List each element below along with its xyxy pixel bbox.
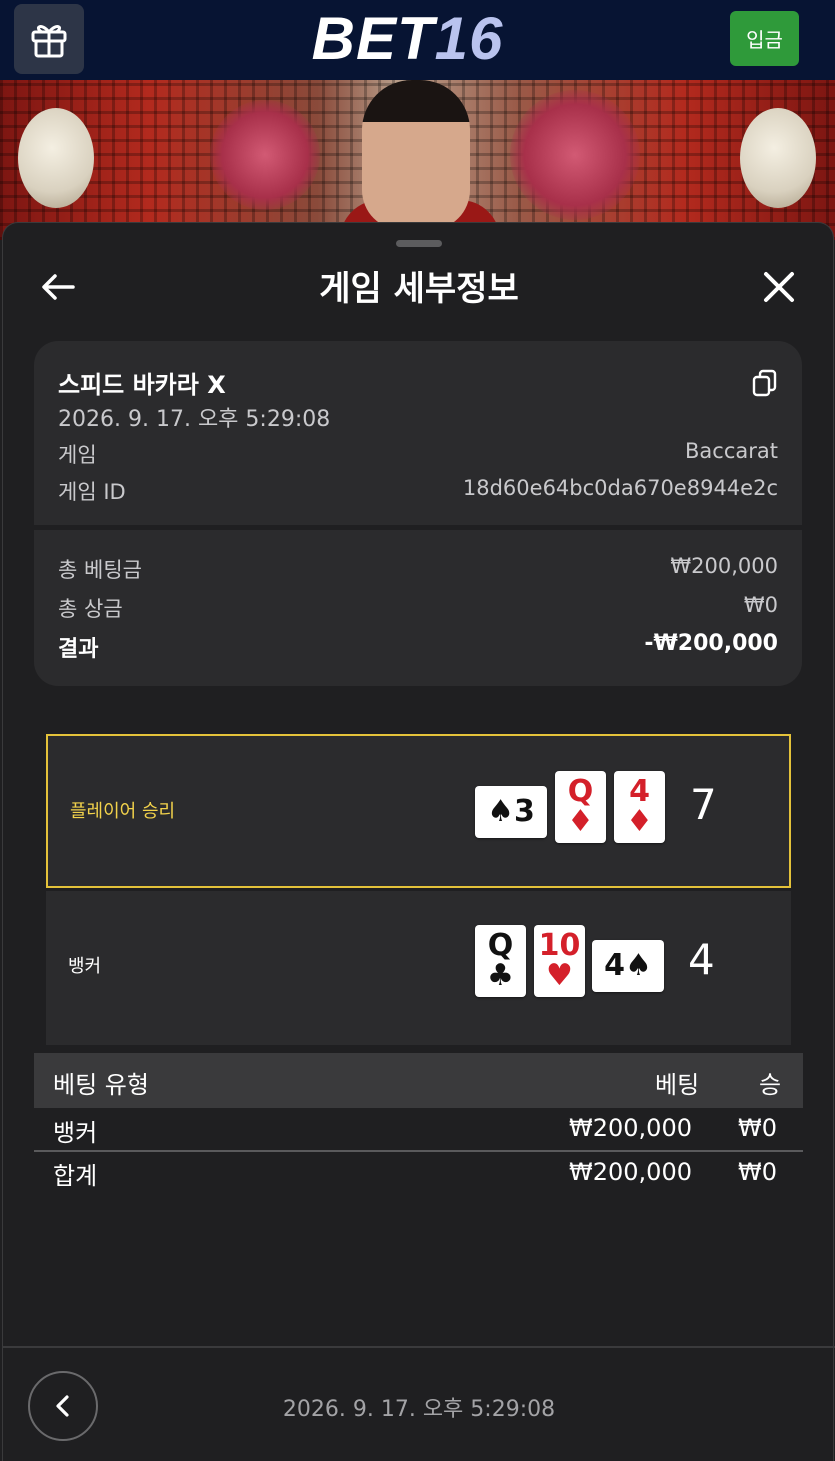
- card-rank: Q: [487, 928, 514, 963]
- game-id-label: 게임 ID: [58, 480, 126, 504]
- gift-button[interactable]: [14, 4, 84, 74]
- game-type-label: 게임: [58, 443, 97, 467]
- total-win-label: 총 상금: [58, 597, 123, 621]
- game-type-row: 게임 Baccarat: [58, 439, 778, 469]
- playing-card: 4 ♦: [614, 771, 665, 843]
- banker-score: 4: [688, 935, 715, 984]
- card-rank: 4: [629, 774, 650, 809]
- game-info-card: 스피드 바카라 X 2026. 9. 17. 오후 5:29:08 게임 Bac…: [34, 341, 802, 525]
- card-suit: ♥: [546, 958, 573, 993]
- banker-label: 뱅커: [68, 956, 102, 977]
- table-row-win: ₩0: [738, 1114, 777, 1142]
- close-icon[interactable]: [759, 267, 799, 307]
- bet-summary-card: 총 베팅금 ₩200,000 총 상금 ₩0 결과 -₩200,000: [34, 530, 802, 686]
- card-suit: ♦: [626, 804, 653, 839]
- footer-divider: [3, 1346, 835, 1348]
- table-total-win: ₩0: [738, 1158, 777, 1186]
- total-bet-row: 총 베팅금 ₩200,000: [58, 554, 778, 584]
- result-value: -₩200,000: [644, 631, 778, 656]
- game-type-value: Baccarat: [685, 439, 778, 463]
- playing-card: ♠ 3: [475, 786, 547, 838]
- table-row-type: 뱅커: [53, 1119, 98, 1147]
- total-win-value: ₩0: [743, 593, 778, 617]
- game-datetime: 2026. 9. 17. 오후 5:29:08: [58, 407, 331, 432]
- playing-card: 4 ♠: [592, 940, 664, 992]
- card-rank: 3: [514, 794, 535, 829]
- footer-datetime: 2026. 9. 17. 오후 5:29:08: [282, 1397, 556, 1422]
- total-win-row: 총 상금 ₩0: [58, 593, 778, 623]
- result-row: 결과 -₩200,000: [58, 631, 778, 663]
- result-label: 결과: [58, 637, 99, 662]
- game-id-row: 게임 ID 18d60e64bc0da670e8944e2c: [58, 476, 778, 506]
- table-header-bet: 베팅: [655, 1071, 700, 1099]
- table-divider: [34, 1150, 803, 1152]
- card-suit: ♣: [487, 958, 514, 993]
- gift-icon: [31, 25, 67, 58]
- playing-card: Q ♦: [555, 771, 606, 843]
- table-header-bet-type: 베팅 유형: [53, 1071, 149, 1099]
- banker-result-panel: 뱅커 Q ♣ 10 ♥ 4 ♠ 4: [46, 891, 791, 1045]
- card-suit: ♠: [624, 948, 652, 983]
- logo-text-number: 16: [434, 4, 504, 72]
- table-total-type: 합계: [53, 1162, 98, 1190]
- player-score: 7: [690, 780, 717, 829]
- logo-text-main: BET: [311, 4, 435, 72]
- logo: BET 16: [300, 4, 515, 72]
- playing-card: 10 ♥: [534, 925, 585, 997]
- player-result-panel: 플레이어 승리 ♠ 3 Q ♦ 4 ♦ 7: [46, 734, 791, 888]
- sheet-title: 게임 세부정보: [319, 269, 519, 309]
- card-suit: ♠: [487, 794, 515, 829]
- card-rank: 4: [604, 948, 625, 983]
- sheet-drag-handle[interactable]: [396, 240, 442, 247]
- game-details-sheet: 게임 세부정보 스피드 바카라 X 2026. 9. 17. 오후 5:29:0…: [2, 222, 835, 1461]
- total-bet-label: 총 베팅금: [58, 558, 142, 582]
- table-header-win: 승: [759, 1071, 782, 1099]
- card-rank: 10: [538, 928, 581, 963]
- playing-card: Q ♣: [475, 925, 526, 997]
- table-total-bet: ₩200,000: [569, 1158, 692, 1186]
- live-video-background: [0, 80, 835, 240]
- game-name: 스피드 바카라 X: [58, 371, 226, 399]
- deposit-button[interactable]: 입금: [730, 11, 799, 66]
- card-suit: ♦: [567, 804, 594, 839]
- copy-icon[interactable]: [752, 369, 778, 397]
- total-bet-value: ₩200,000: [670, 554, 778, 578]
- card-rank: Q: [567, 774, 594, 809]
- player-win-label: 플레이어 승리: [70, 801, 176, 822]
- top-bar: BET 16 입금: [0, 0, 835, 80]
- table-row-bet: ₩200,000: [569, 1114, 692, 1142]
- game-id-value: 18d60e64bc0da670e8944e2c: [462, 476, 778, 500]
